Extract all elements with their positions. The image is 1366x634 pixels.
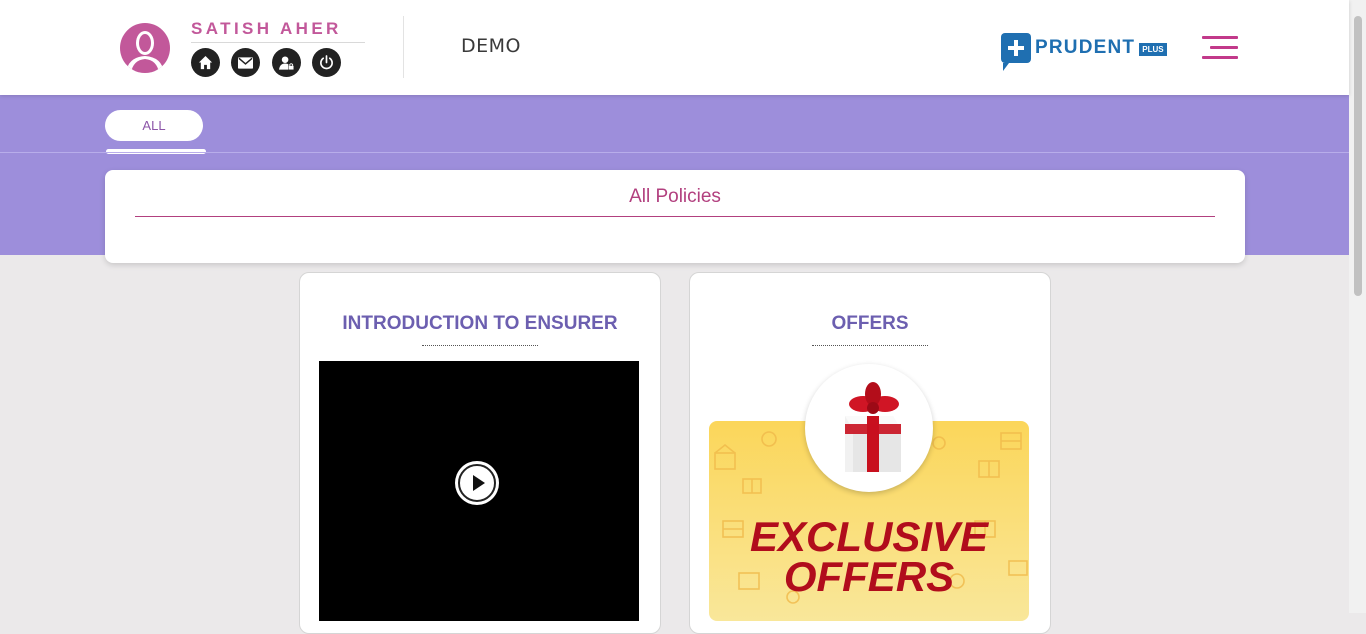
user-name: SATISH AHER: [191, 19, 342, 38]
card-title: INTRODUCTION TO ENSURER: [342, 313, 618, 334]
play-icon[interactable]: [455, 461, 499, 505]
mail-icon: [238, 56, 253, 69]
scrollbar-thumb[interactable]: [1354, 16, 1362, 296]
page-scrollbar[interactable]: [1349, 0, 1366, 613]
logout-button[interactable]: [312, 48, 341, 77]
offer-line-2: OFFERS: [783, 553, 955, 600]
divider: [422, 345, 538, 346]
hamburger-menu-icon[interactable]: [1202, 36, 1238, 60]
divider: [135, 216, 1215, 217]
demo-logo-text: DEMO: [461, 35, 521, 57]
profile-lock-button[interactable]: [272, 48, 301, 77]
profile-lock-icon: [279, 55, 294, 70]
section-title: All Policies: [629, 186, 721, 207]
avatar[interactable]: [120, 23, 170, 73]
top-header: SATISH AHER DEMO PRUDENT PLUS: [0, 0, 1349, 95]
demo-logo: DEMO: [461, 35, 521, 57]
divider: [812, 345, 928, 346]
prudent-plus-logo: PRUDENT PLUS: [1001, 28, 1167, 71]
power-icon: [320, 55, 333, 70]
divider: [191, 42, 365, 43]
home-icon: [198, 55, 213, 70]
plus-icon: [1001, 33, 1031, 71]
tab-all[interactable]: ALL: [105, 110, 203, 141]
mail-button[interactable]: [231, 48, 260, 77]
brand-name: PRUDENT: [1035, 37, 1136, 58]
policies-panel: All Policies: [105, 170, 1245, 263]
divider: [0, 152, 1349, 153]
offers-card: OFFERS EXCLUSIVE OFFERS: [689, 272, 1051, 634]
home-button[interactable]: [191, 48, 220, 77]
video-player[interactable]: [319, 361, 639, 621]
header-divider: [403, 16, 404, 78]
tab-all-label: ALL: [142, 118, 166, 133]
intro-card: INTRODUCTION TO ENSURER: [299, 272, 661, 634]
gift-icon: [805, 364, 933, 492]
offer-line-1: EXCLUSIVE: [749, 513, 989, 560]
card-title: OFFERS: [831, 313, 909, 334]
brand-badge: PLUS: [1139, 42, 1167, 56]
